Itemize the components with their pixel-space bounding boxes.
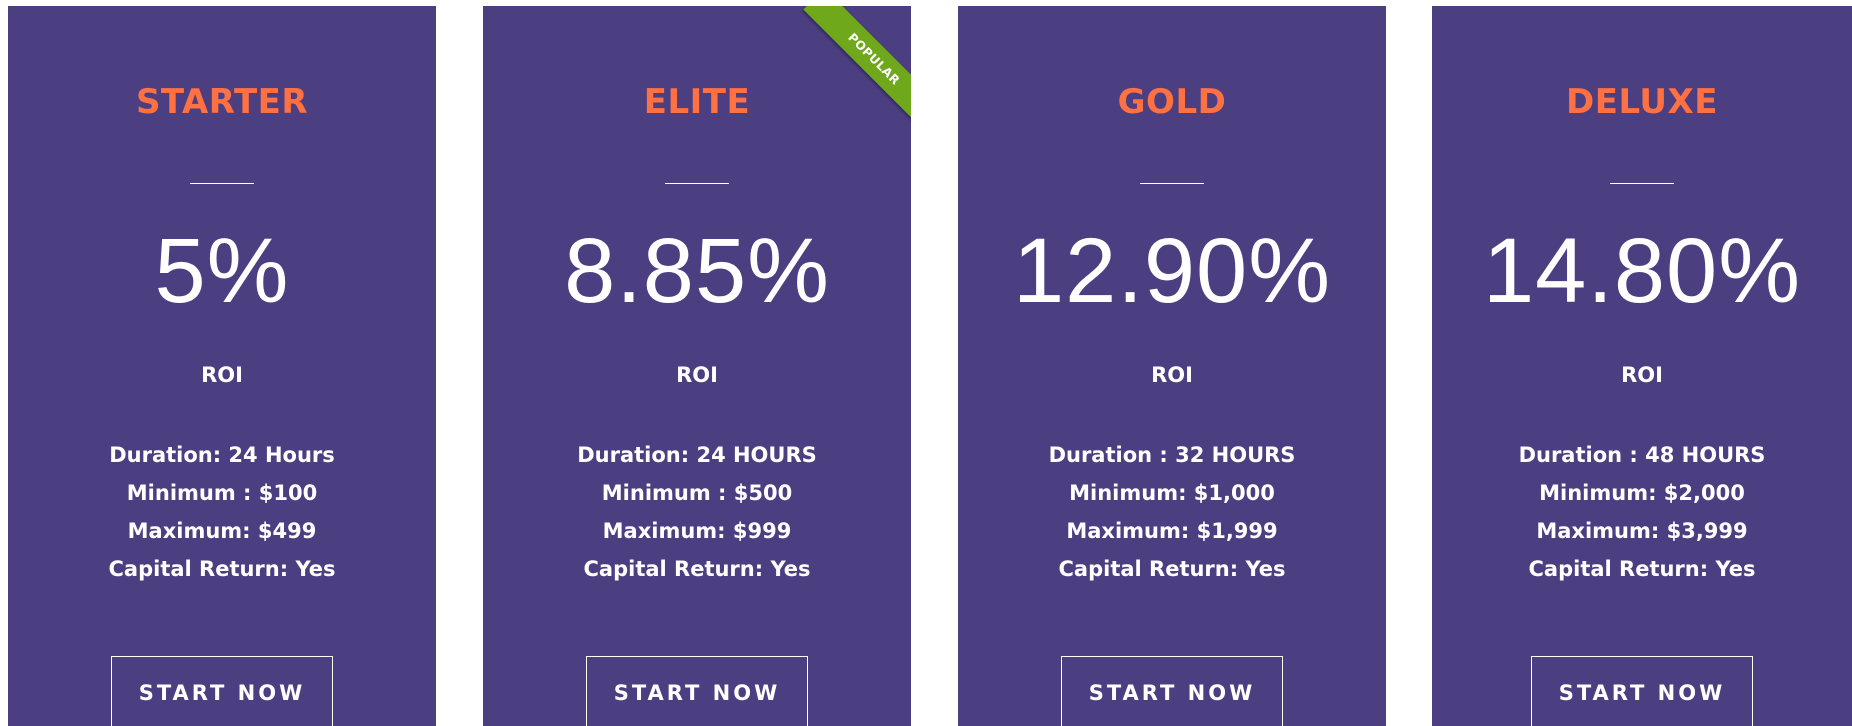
duration-text: Duration: 24 Hours	[109, 443, 335, 467]
roi-value: 5%	[154, 220, 290, 322]
maximum-text: Maximum: $999	[602, 519, 792, 543]
roi-label: ROI	[1151, 363, 1193, 387]
title-divider	[1610, 183, 1674, 184]
maximum-text: Maximum: $3,999	[1536, 519, 1748, 543]
plan-card-elite: POPULAR ELITE 8.85% ROI Duration: 24 HOU…	[483, 6, 911, 726]
roi-label: ROI	[676, 363, 718, 387]
roi-value: 12.90%	[1012, 220, 1332, 322]
start-now-button[interactable]: START NOW	[586, 656, 808, 726]
title-divider	[190, 183, 254, 184]
duration-text: Duration : 48 HOURS	[1518, 443, 1766, 467]
duration-text: Duration: 24 HOURS	[577, 443, 817, 467]
minimum-text: Minimum: $1,000	[1069, 481, 1275, 505]
plan-details: Duration: 24 Hours Minimum : $100 Maximu…	[8, 436, 436, 588]
minimum-text: Minimum : $100	[126, 481, 318, 505]
capital-return-text: Capital Return: Yes	[108, 557, 336, 581]
minimum-text: Minimum: $2,000	[1539, 481, 1745, 505]
maximum-text: Maximum: $499	[127, 519, 317, 543]
plan-details: Duration : 48 HOURS Minimum: $2,000 Maxi…	[1432, 436, 1852, 588]
plan-title: ELITE	[643, 82, 751, 122]
roi-label: ROI	[1621, 363, 1663, 387]
plan-details: Duration : 32 HOURS Minimum: $1,000 Maxi…	[958, 436, 1386, 588]
plan-card-gold: GOLD 12.90% ROI Duration : 32 HOURS Mini…	[958, 6, 1386, 726]
roi-label: ROI	[201, 363, 243, 387]
start-now-button[interactable]: START NOW	[1531, 656, 1753, 726]
plan-card-deluxe: DELUXE 14.80% ROI Duration : 48 HOURS Mi…	[1432, 6, 1852, 726]
pricing-plans: STARTER 5% ROI Duration: 24 Hours Minimu…	[0, 0, 1852, 726]
minimum-text: Minimum : $500	[601, 481, 793, 505]
plan-card-starter: STARTER 5% ROI Duration: 24 Hours Minimu…	[8, 6, 436, 726]
title-divider	[1140, 183, 1204, 184]
plan-title: GOLD	[1117, 82, 1227, 122]
start-now-button[interactable]: START NOW	[1061, 656, 1283, 726]
capital-return-text: Capital Return: Yes	[1058, 557, 1286, 581]
title-divider	[665, 183, 729, 184]
plan-title: STARTER	[135, 82, 309, 122]
plan-title: DELUXE	[1566, 82, 1718, 122]
capital-return-text: Capital Return: Yes	[583, 557, 811, 581]
plan-details: Duration: 24 HOURS Minimum : $500 Maximu…	[483, 436, 911, 588]
roi-value: 14.80%	[1482, 220, 1802, 322]
capital-return-text: Capital Return: Yes	[1528, 557, 1756, 581]
roi-value: 8.85%	[564, 220, 830, 322]
start-now-button[interactable]: START NOW	[111, 656, 333, 726]
duration-text: Duration : 32 HOURS	[1048, 443, 1296, 467]
maximum-text: Maximum: $1,999	[1066, 519, 1278, 543]
